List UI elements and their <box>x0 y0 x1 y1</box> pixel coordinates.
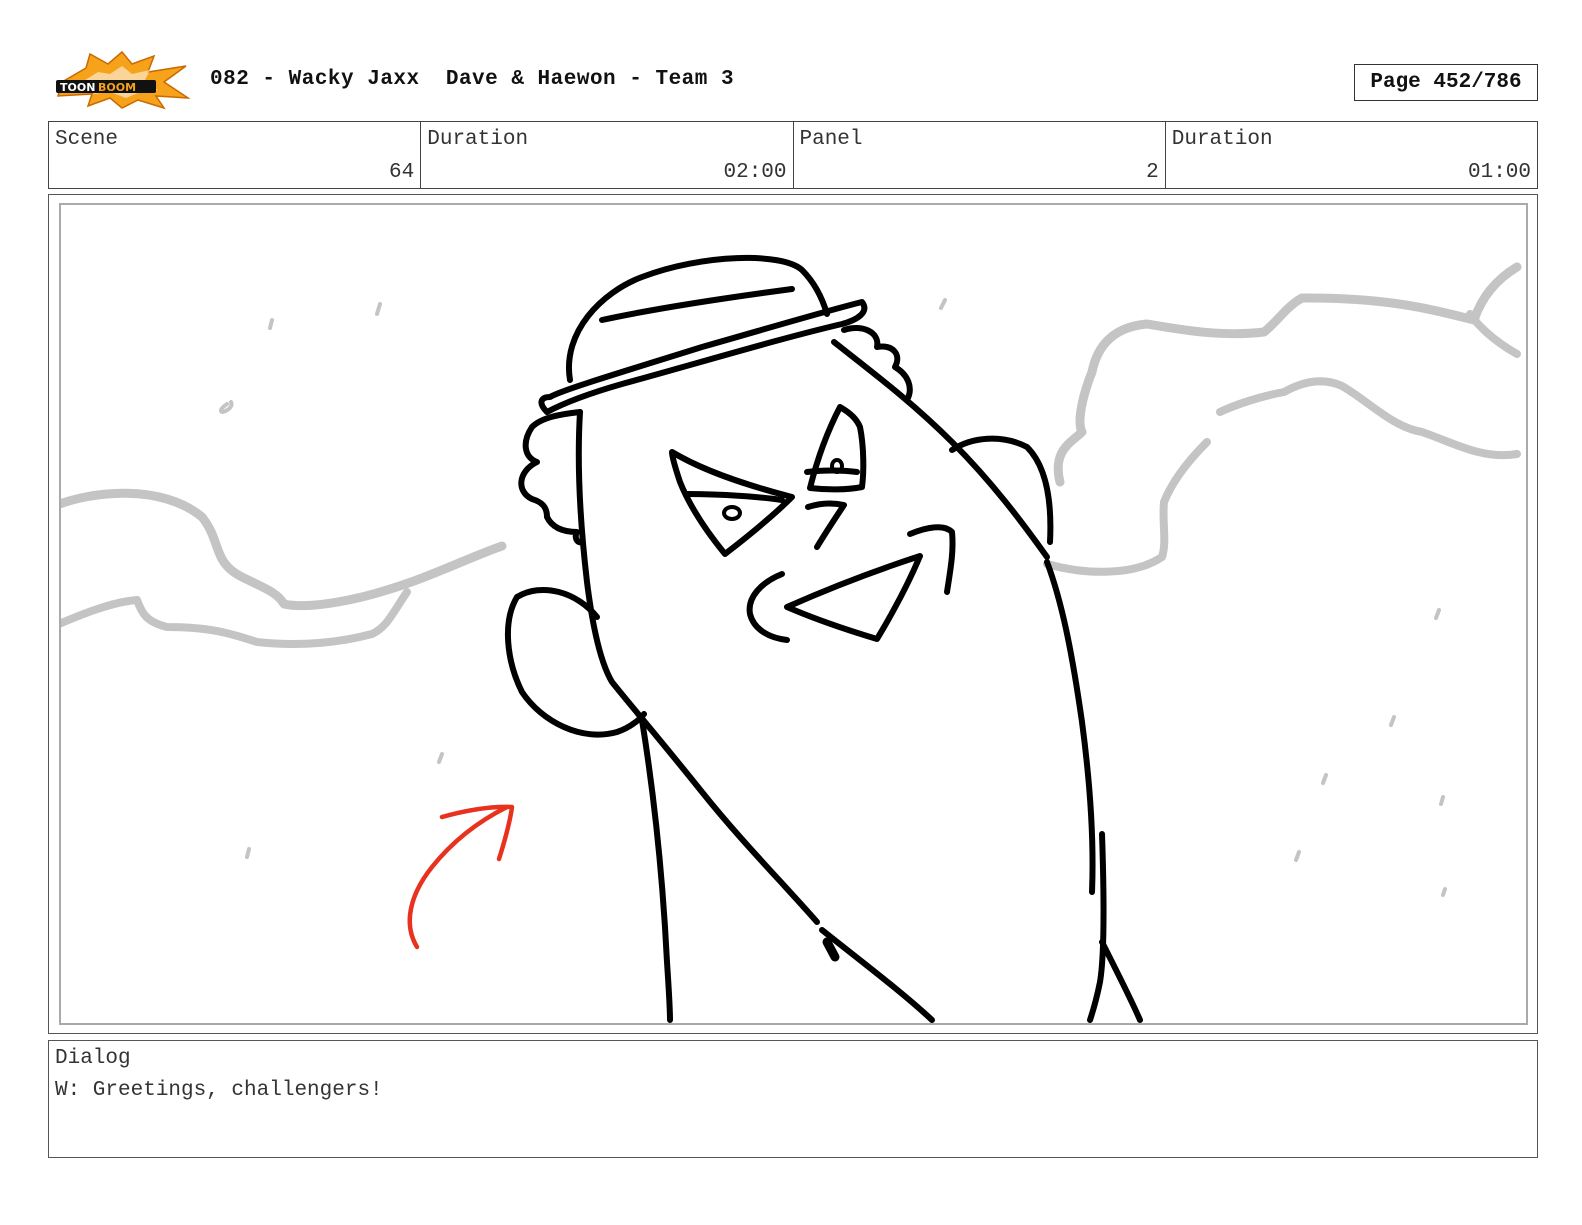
panel-drawing <box>59 203 1528 1025</box>
scene-duration-label: Duration <box>427 128 529 151</box>
svg-text:TOON: TOON <box>60 81 95 94</box>
document-title: 082 - Wacky Jaxx Dave & Haewon - Team 3 <box>210 68 735 91</box>
dialog-text: W: Greetings, challengers! <box>55 1079 383 1102</box>
scene-duration-cell: Duration 02:00 <box>421 122 794 188</box>
panel-duration-value: 01:00 <box>1467 161 1531 184</box>
dialog-label: Dialog <box>55 1047 131 1070</box>
scene-duration-value: 02:00 <box>723 161 787 184</box>
panel-duration-label: Duration <box>1171 128 1273 151</box>
scene-value: 64 <box>389 161 415 184</box>
scene-cell: Scene 64 <box>49 122 422 188</box>
toonboom-logo: TOON BOOM <box>52 50 191 110</box>
motion-arrow-icon <box>407 804 515 950</box>
scene-info-row: Scene 64 Duration 02:00 Panel 2 Duration… <box>48 121 1538 189</box>
panel-duration-cell: Duration 01:00 <box>1166 122 1537 188</box>
dialog-box: Dialog W: Greetings, challengers! <box>48 1040 1538 1158</box>
scene-label: Scene <box>55 128 119 151</box>
panel-label: Panel <box>799 128 863 151</box>
cloud-sketch <box>61 262 1522 897</box>
panel-cell: Panel 2 <box>794 122 1166 188</box>
character-sketch <box>505 254 1143 1023</box>
page-number: Page 452/786 <box>1354 64 1538 101</box>
svg-text:BOOM: BOOM <box>98 81 136 94</box>
panel-value: 2 <box>1146 161 1159 184</box>
